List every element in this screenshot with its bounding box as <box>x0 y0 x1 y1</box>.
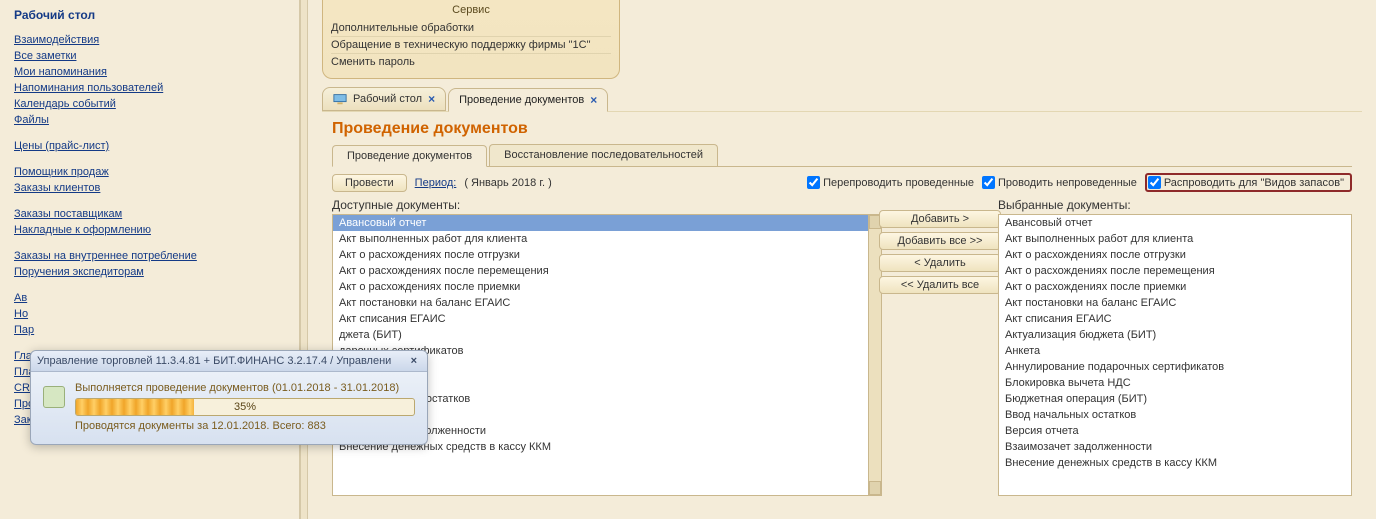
list-item[interactable]: Акт выполненных работ для клиента <box>999 231 1351 247</box>
checkbox-icon[interactable] <box>1148 176 1161 189</box>
list-item[interactable]: Акт выполненных работ для клиента <box>333 231 868 247</box>
transfer-buttons: Добавить > Добавить все >> < Удалить << … <box>890 198 990 496</box>
progress-bar: 35% <box>75 398 415 416</box>
service-title: Сервис <box>331 2 611 20</box>
sidebar-item[interactable]: Файлы <box>14 112 285 128</box>
list-item[interactable]: Акт о расхождениях после отгрузки <box>333 247 868 263</box>
dialog-titlebar[interactable]: Управление торговлей 11.3.4.81 + БИТ.ФИН… <box>31 351 427 372</box>
tabs-row: Рабочий стол × Проведение документов × <box>322 87 1376 111</box>
add-button[interactable]: Добавить > <box>879 210 1001 228</box>
progress-percent: 35% <box>76 399 414 415</box>
list-item[interactable]: Авансовый отчет <box>999 215 1351 231</box>
list-item[interactable]: Акт о расхождениях после приемки <box>999 279 1351 295</box>
sidebar-item[interactable]: Взаимодействия <box>14 32 285 48</box>
sidebar-item[interactable]: Ав <box>14 290 285 306</box>
progress-dialog: Управление торговлей 11.3.4.81 + БИТ.ФИН… <box>30 350 428 445</box>
tab-documents-label: Проведение документов <box>459 94 584 106</box>
service-item[interactable]: Сменить пароль <box>331 54 611 70</box>
post-button[interactable]: Провести <box>332 174 407 192</box>
add-all-button[interactable]: Добавить все >> <box>879 232 1001 250</box>
selected-label: Выбранные документы: <box>998 198 1352 212</box>
document-icon <box>43 386 65 408</box>
inner-tab-posting[interactable]: Проведение документов <box>332 145 487 167</box>
list-item[interactable]: Актуализация бюджета (БИТ) <box>999 327 1351 343</box>
repost-checkbox[interactable]: Перепроводить проведенные <box>807 176 974 189</box>
sidebar-item[interactable]: Пар <box>14 322 285 338</box>
list-item[interactable]: Внесение денежных средств в кассу ККМ <box>999 455 1351 471</box>
list-item[interactable]: Анкета <box>999 343 1351 359</box>
period-value: ( Январь 2018 г. ) <box>464 177 551 189</box>
service-panel: Сервис Дополнительные обработкиОбращение… <box>322 0 620 79</box>
remove-all-button[interactable]: << Удалить все <box>879 276 1001 294</box>
list-item[interactable]: Ввод начальных остатков <box>999 407 1351 423</box>
close-icon[interactable]: × <box>428 92 435 106</box>
desktop-icon <box>333 92 347 106</box>
sidebar-item[interactable]: Поручения экспедиторам <box>14 264 285 280</box>
tab-desktop-label: Рабочий стол <box>353 93 422 105</box>
sidebar-item[interactable]: Все заметки <box>14 48 285 64</box>
progress-detail: Проводятся документы за 12.01.2018. Всег… <box>75 420 415 432</box>
highlighted-option: Распроводить для "Видов запасов" <box>1145 173 1352 192</box>
sidebar-title: Рабочий стол <box>14 8 285 22</box>
unpost-stocktypes-checkbox[interactable]: Распроводить для "Видов запасов" <box>1148 176 1344 189</box>
progress-caption: Выполняется проведение документов (01.01… <box>75 382 415 394</box>
list-item[interactable]: Блокировка вычета НДС <box>999 375 1351 391</box>
service-item[interactable]: Дополнительные обработки <box>331 20 611 37</box>
sidebar-item[interactable]: Напоминания пользователей <box>14 80 285 96</box>
available-label: Доступные документы: <box>332 198 882 212</box>
list-item[interactable]: Акт о расхождениях после перемещения <box>333 263 868 279</box>
list-item[interactable]: Акт списания ЕГАИС <box>333 311 868 327</box>
list-item[interactable]: Аннулирование подарочных сертификатов <box>999 359 1351 375</box>
inner-tabs: Проведение документов Восстановление пос… <box>332 144 1352 167</box>
list-item[interactable]: Акт списания ЕГАИС <box>999 311 1351 327</box>
close-icon[interactable]: × <box>590 93 597 107</box>
checkbox-icon[interactable] <box>807 176 820 189</box>
inner-tab-sequences[interactable]: Восстановление последовательностей <box>489 144 718 166</box>
list-item[interactable]: Бюджетная операция (БИТ) <box>999 391 1351 407</box>
dialog-title: Управление торговлей 11.3.4.81 + БИТ.ФИН… <box>37 355 407 367</box>
period-link[interactable]: Период: <box>415 177 457 189</box>
sidebar-item[interactable]: Заказы на внутреннее потребление <box>14 248 285 264</box>
remove-button[interactable]: < Удалить <box>879 254 1001 272</box>
sidebar-item[interactable]: Помощник продаж <box>14 164 285 180</box>
tab-content: Проведение документов Проведение докумен… <box>322 111 1362 496</box>
sidebar-item[interactable]: Заказы поставщикам <box>14 206 285 222</box>
list-item[interactable]: Взаимозачет задолженности <box>999 439 1351 455</box>
main-area: Сервис Дополнительные обработкиОбращение… <box>308 0 1376 519</box>
tab-desktop[interactable]: Рабочий стол × <box>322 87 446 111</box>
list-item[interactable]: Акт о расхождениях после приемки <box>333 279 868 295</box>
selected-listbox[interactable]: Авансовый отчетАкт выполненных работ для… <box>998 214 1352 496</box>
sidebar-item[interactable]: Календарь событий <box>14 96 285 112</box>
post-unposted-checkbox[interactable]: Проводить непроведенные <box>982 176 1137 189</box>
list-item[interactable]: джета (БИТ) <box>333 327 868 343</box>
list-item[interactable]: Авансовый отчет <box>333 215 868 231</box>
available-column: Доступные документы: Авансовый отчетАкт … <box>332 198 882 496</box>
list-item[interactable]: Версия отчета <box>999 423 1351 439</box>
sidebar-item[interactable]: Заказы клиентов <box>14 180 285 196</box>
selected-column: Выбранные документы: Авансовый отчетАкт … <box>998 198 1352 496</box>
list-item[interactable]: Акт о расхождениях после отгрузки <box>999 247 1351 263</box>
sidebar-item[interactable]: Но <box>14 306 285 322</box>
scroll-down-icon[interactable] <box>869 481 881 495</box>
list-item[interactable]: Акт постановки на баланс ЕГАИС <box>999 295 1351 311</box>
tab-documents[interactable]: Проведение документов × <box>448 88 608 112</box>
list-item[interactable]: Акт постановки на баланс ЕГАИС <box>333 295 868 311</box>
sidebar-item[interactable]: Накладные к оформлению <box>14 222 285 238</box>
service-item[interactable]: Обращение в техническую поддержку фирмы … <box>331 37 611 54</box>
toolbar: Провести Период: ( Январь 2018 г. ) Пере… <box>332 173 1352 192</box>
list-item[interactable]: Акт о расхождениях после перемещения <box>999 263 1351 279</box>
sidebar-item[interactable]: Цены (прайс-лист) <box>14 138 285 154</box>
sidebar-item[interactable]: Мои напоминания <box>14 64 285 80</box>
page-title: Проведение документов <box>332 120 1352 138</box>
checkbox-icon[interactable] <box>982 176 995 189</box>
close-icon[interactable]: × <box>407 355 421 367</box>
